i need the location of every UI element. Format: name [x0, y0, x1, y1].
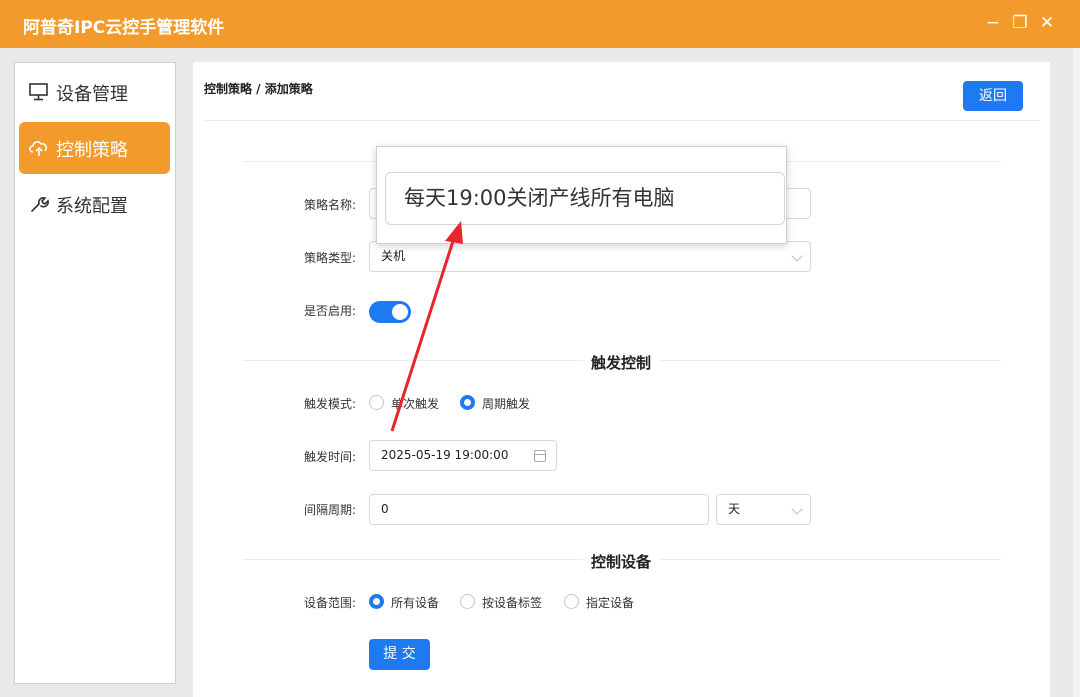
- annotation-arrow: [390, 221, 463, 432]
